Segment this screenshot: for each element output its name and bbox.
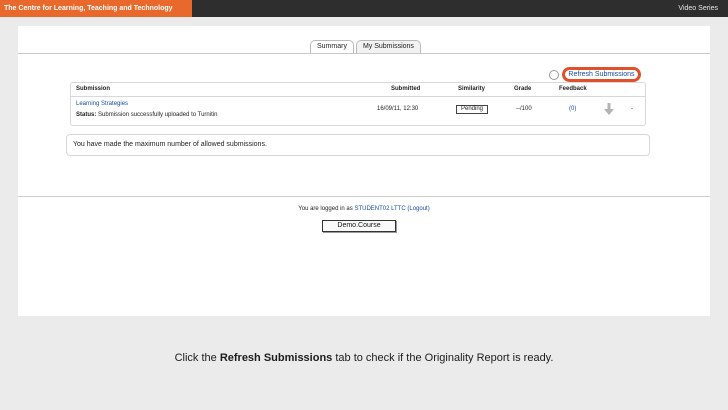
download-arrow-icon[interactable] bbox=[604, 103, 614, 115]
series-label: Video Series bbox=[678, 5, 718, 12]
status-text: Submission successfully uploaded to Turn… bbox=[98, 112, 218, 118]
caption-before: Click the bbox=[174, 352, 217, 364]
grade-value: --/100 bbox=[516, 106, 532, 112]
login-info: You are logged in as STUDENT02 LTTC (Log… bbox=[18, 206, 710, 212]
header-submission: Submission bbox=[76, 86, 111, 92]
header-submitted: Submitted bbox=[391, 86, 421, 92]
top-banner: The Centre for Learning, Teaching and Te… bbox=[0, 0, 728, 17]
header-grade: Grade bbox=[514, 86, 532, 92]
table-header: Submission Submitted Similarity Grade Fe… bbox=[71, 83, 645, 97]
caption-bold: Refresh Submissions bbox=[219, 352, 333, 364]
refresh-icon[interactable] bbox=[549, 69, 559, 80]
screenshot-panel: Summary My Submissions Refresh Submissio… bbox=[18, 26, 710, 316]
tab-divider bbox=[18, 53, 710, 54]
login-prefix: You are logged in as bbox=[298, 206, 353, 212]
submission-status: Status: Submission successfully uploaded… bbox=[76, 112, 217, 118]
login-user-link[interactable]: STUDENT02 LTTC bbox=[354, 206, 405, 212]
tab-bar: Summary My Submissions bbox=[310, 40, 423, 53]
submissions-table: Submission Submitted Similarity Grade Fe… bbox=[70, 82, 646, 126]
row-dash: - bbox=[631, 106, 633, 112]
course-button[interactable]: Demo.Course bbox=[322, 220, 396, 232]
logout-link[interactable]: (Logout) bbox=[407, 206, 429, 212]
feedback-link[interactable]: (0) bbox=[569, 106, 576, 112]
tab-summary[interactable]: Summary bbox=[310, 40, 354, 53]
status-label: Status: bbox=[76, 112, 97, 118]
tab-my-submissions[interactable]: My Submissions bbox=[355, 40, 421, 53]
refresh-area: Refresh Submissions bbox=[549, 66, 641, 83]
submitted-date: 16/09/11, 12:30 bbox=[377, 106, 419, 112]
caption-after: tab to check if the Originality Report i… bbox=[335, 352, 554, 364]
refresh-submissions-button[interactable]: Refresh Submissions bbox=[562, 67, 641, 82]
header-feedback: Feedback bbox=[559, 86, 587, 92]
brand-label: The Centre for Learning, Teaching and Te… bbox=[0, 0, 192, 17]
max-submissions-notice: You have made the maximum number of allo… bbox=[66, 134, 650, 156]
header-similarity: Similarity bbox=[458, 86, 486, 92]
submission-title-link[interactable]: Learning Strategies bbox=[76, 101, 128, 107]
instruction-caption: Click the Refresh Submissions tab to che… bbox=[0, 352, 728, 364]
footer-divider bbox=[18, 196, 710, 197]
similarity-pending-badge: Pending bbox=[456, 105, 489, 114]
